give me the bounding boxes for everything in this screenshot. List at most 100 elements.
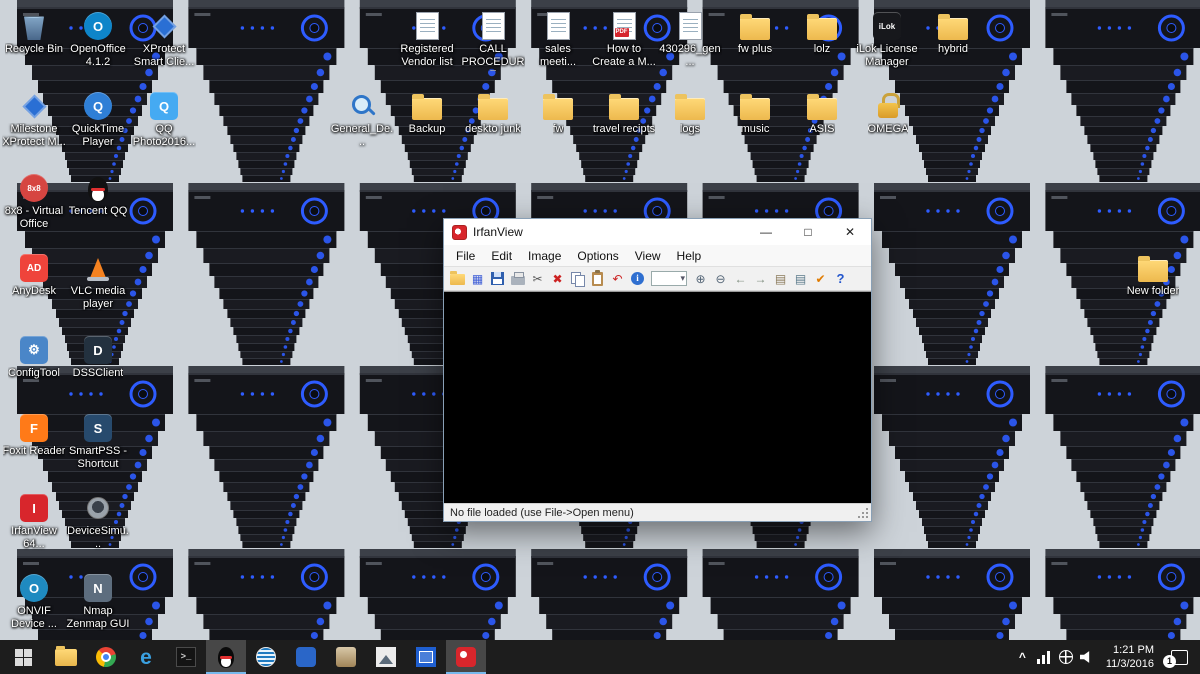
resize-grip[interactable]: [857, 507, 870, 520]
desktop-icon-how-to-create[interactable]: PDFHow to Create a M...: [592, 8, 656, 69]
taskbar-media-app[interactable]: [406, 640, 446, 674]
desktop-icon-anydesk[interactable]: ADAnyDesk: [2, 250, 66, 298]
desktop-icon-tencent-qq[interactable]: Tencent QQ: [66, 170, 130, 218]
delete-button[interactable]: ✖: [548, 269, 567, 289]
desktop-icon-irfanview-64[interactable]: IIrfanView 64...: [2, 490, 66, 551]
icon-label: Registered Vendor list: [395, 43, 459, 69]
menu-file[interactable]: File: [448, 249, 483, 263]
qq-icon: [218, 647, 234, 668]
icon-label: CALL PROCEDURE: [461, 43, 525, 71]
desktop-icon-configtool[interactable]: ⚙ConfigTool: [2, 332, 66, 380]
desktop-icon-xprotect-smart-client[interactable]: XProtect Smart Clie...: [132, 8, 196, 69]
taskbar-file-explorer[interactable]: [46, 640, 86, 674]
tag-button-2[interactable]: ▤: [791, 269, 810, 289]
menu-edit[interactable]: Edit: [483, 249, 520, 263]
ok-check-button[interactable]: ✔: [811, 269, 830, 289]
vlc-media-player-icon: [80, 250, 116, 282]
desktop-icon-quicktime-player[interactable]: QQuickTime Player: [66, 88, 130, 149]
desktop-icon-milestone-xprotect[interactable]: Milestone XProtect M...: [2, 88, 66, 149]
desktop-icon-travel-recipts[interactable]: travel recipts: [592, 88, 656, 136]
icon-label: ConfigTool: [8, 367, 60, 380]
desktop-icon-hybrid[interactable]: hybrid: [921, 8, 985, 56]
close-button[interactable]: ✕: [829, 219, 871, 245]
desktop-icon-8x8-virtual-office[interactable]: 8x88x8 - Virtual Office: [2, 170, 66, 231]
desktop-icon-call-procedure[interactable]: CALL PROCEDURE: [461, 8, 525, 71]
general-de-icon: [344, 88, 380, 120]
desktop-icon-recycle-bin[interactable]: Recycle Bin: [2, 8, 66, 56]
menu-image[interactable]: Image: [520, 249, 569, 263]
taskbar-qq[interactable]: [206, 640, 246, 674]
window-controls: — □ ✕: [745, 219, 871, 245]
irfanview-icon: [456, 647, 476, 667]
tag-button-1[interactable]: ▤: [771, 269, 790, 289]
menu-view[interactable]: View: [627, 249, 669, 263]
paste-button[interactable]: [588, 269, 607, 289]
taskbar-command-prompt[interactable]: >_: [166, 640, 206, 674]
desktop-icon-fw[interactable]: fw: [526, 88, 590, 136]
print-button[interactable]: [508, 269, 527, 289]
next-image-button[interactable]: →: [751, 269, 770, 289]
desktop-icon-foxit-reader[interactable]: FFoxit Reader: [2, 410, 66, 458]
desktop-icon-asis[interactable]: ASIS: [790, 88, 854, 136]
taskbar-clock[interactable]: 1:21 PM 11/3/2016: [1102, 643, 1158, 672]
taskbar-tan-app[interactable]: [326, 640, 366, 674]
desktop-icon-omega[interactable]: OMEGA: [856, 88, 920, 136]
desktop-icon-ilok-license-manager[interactable]: iLokiLok License Manager: [855, 8, 919, 69]
cut-button[interactable]: ✂: [528, 269, 547, 289]
save-button[interactable]: [488, 269, 507, 289]
minimize-button[interactable]: —: [745, 219, 787, 245]
zoom-out-button[interactable]: ⊖: [711, 269, 730, 289]
desktop-icon-onvif-device-manager[interactable]: OONVIF Device ...: [2, 570, 66, 631]
desktop-icon-dssclient[interactable]: DDSSClient: [66, 332, 130, 380]
icon-label: How to Create a M...: [592, 43, 656, 69]
desktop-icon-fw-plus[interactable]: fw plus: [723, 8, 787, 56]
open-button[interactable]: [448, 269, 467, 289]
desktop-icon-qq-photo[interactable]: QQQ Photo2016...: [132, 88, 196, 149]
icon-label: Foxit Reader: [3, 445, 66, 458]
nmap-zenmap-icon: N: [80, 570, 116, 602]
icon-label: logs: [680, 123, 700, 136]
globe-icon[interactable]: [1059, 650, 1073, 664]
desktop-icon-430296-gen[interactable]: 430296_gen...: [658, 8, 722, 69]
volume-icon[interactable]: [1080, 651, 1095, 664]
zoom-combo[interactable]: [648, 269, 690, 289]
desktop-icon-lolz[interactable]: lolz: [790, 8, 854, 56]
taskbar-edge[interactable]: e: [126, 640, 166, 674]
menu-help[interactable]: Help: [669, 249, 710, 263]
taskbar-chrome[interactable]: [86, 640, 126, 674]
desktop-icon-music[interactable]: music: [723, 88, 787, 136]
network-icon[interactable]: [1037, 651, 1052, 664]
thumbnails-button[interactable]: ▦: [468, 269, 487, 289]
taskbar-globe-app[interactable]: [246, 640, 286, 674]
desktop-icon-general-de[interactable]: General_De...: [330, 88, 394, 149]
desktop-icon-devicesimu[interactable]: DeviceSimu...: [66, 490, 130, 551]
icon-label: QQ Photo2016...: [132, 123, 196, 149]
taskbar-start-button[interactable]: [0, 640, 46, 674]
taskbar-irfanview[interactable]: [446, 640, 486, 674]
toolbar: ▦✂✖↶⊕⊖←→▤▤✔?: [444, 267, 871, 291]
desktop-icon-new-folder[interactable]: New folder: [1121, 250, 1185, 298]
maximize-button[interactable]: □: [787, 219, 829, 245]
menu-options[interactable]: Options: [569, 249, 626, 263]
taskbar-photos[interactable]: [366, 640, 406, 674]
desktop-icon-nmap-zenmap[interactable]: NNmap Zenmap GUI: [66, 570, 130, 631]
zoom-in-button[interactable]: ⊕: [691, 269, 710, 289]
prev-image-button[interactable]: ←: [731, 269, 750, 289]
desktop-icon-vlc-media-player[interactable]: VLC media player: [66, 250, 130, 311]
desktop-icon-logs[interactable]: logs: [658, 88, 722, 136]
desktop-icon-openoffice[interactable]: OOpenOffice 4.1.2: [66, 8, 130, 69]
undo-button[interactable]: ↶: [608, 269, 627, 289]
desktop-icon-registered-vendor-list[interactable]: Registered Vendor list: [395, 8, 459, 69]
window-titlebar[interactable]: IrfanView — □ ✕: [444, 219, 871, 245]
help-button[interactable]: ?: [831, 269, 850, 289]
icon-label: XProtect Smart Clie...: [132, 43, 196, 69]
taskbar-blue-app[interactable]: [286, 640, 326, 674]
desktop-icon-deskto-junk[interactable]: deskto junk: [461, 88, 525, 136]
desktop-icon-smartpss[interactable]: SSmartPSS - Shortcut: [66, 410, 130, 471]
copy-button[interactable]: [568, 269, 587, 289]
action-center-icon[interactable]: 1: [1171, 650, 1188, 665]
desktop-icon-sales-meeting[interactable]: sales meeti...: [526, 8, 590, 69]
desktop-icon-backup[interactable]: Backup: [395, 88, 459, 136]
hidden-icons-chevron[interactable]: ^: [1015, 651, 1030, 663]
info-button[interactable]: [628, 269, 647, 289]
